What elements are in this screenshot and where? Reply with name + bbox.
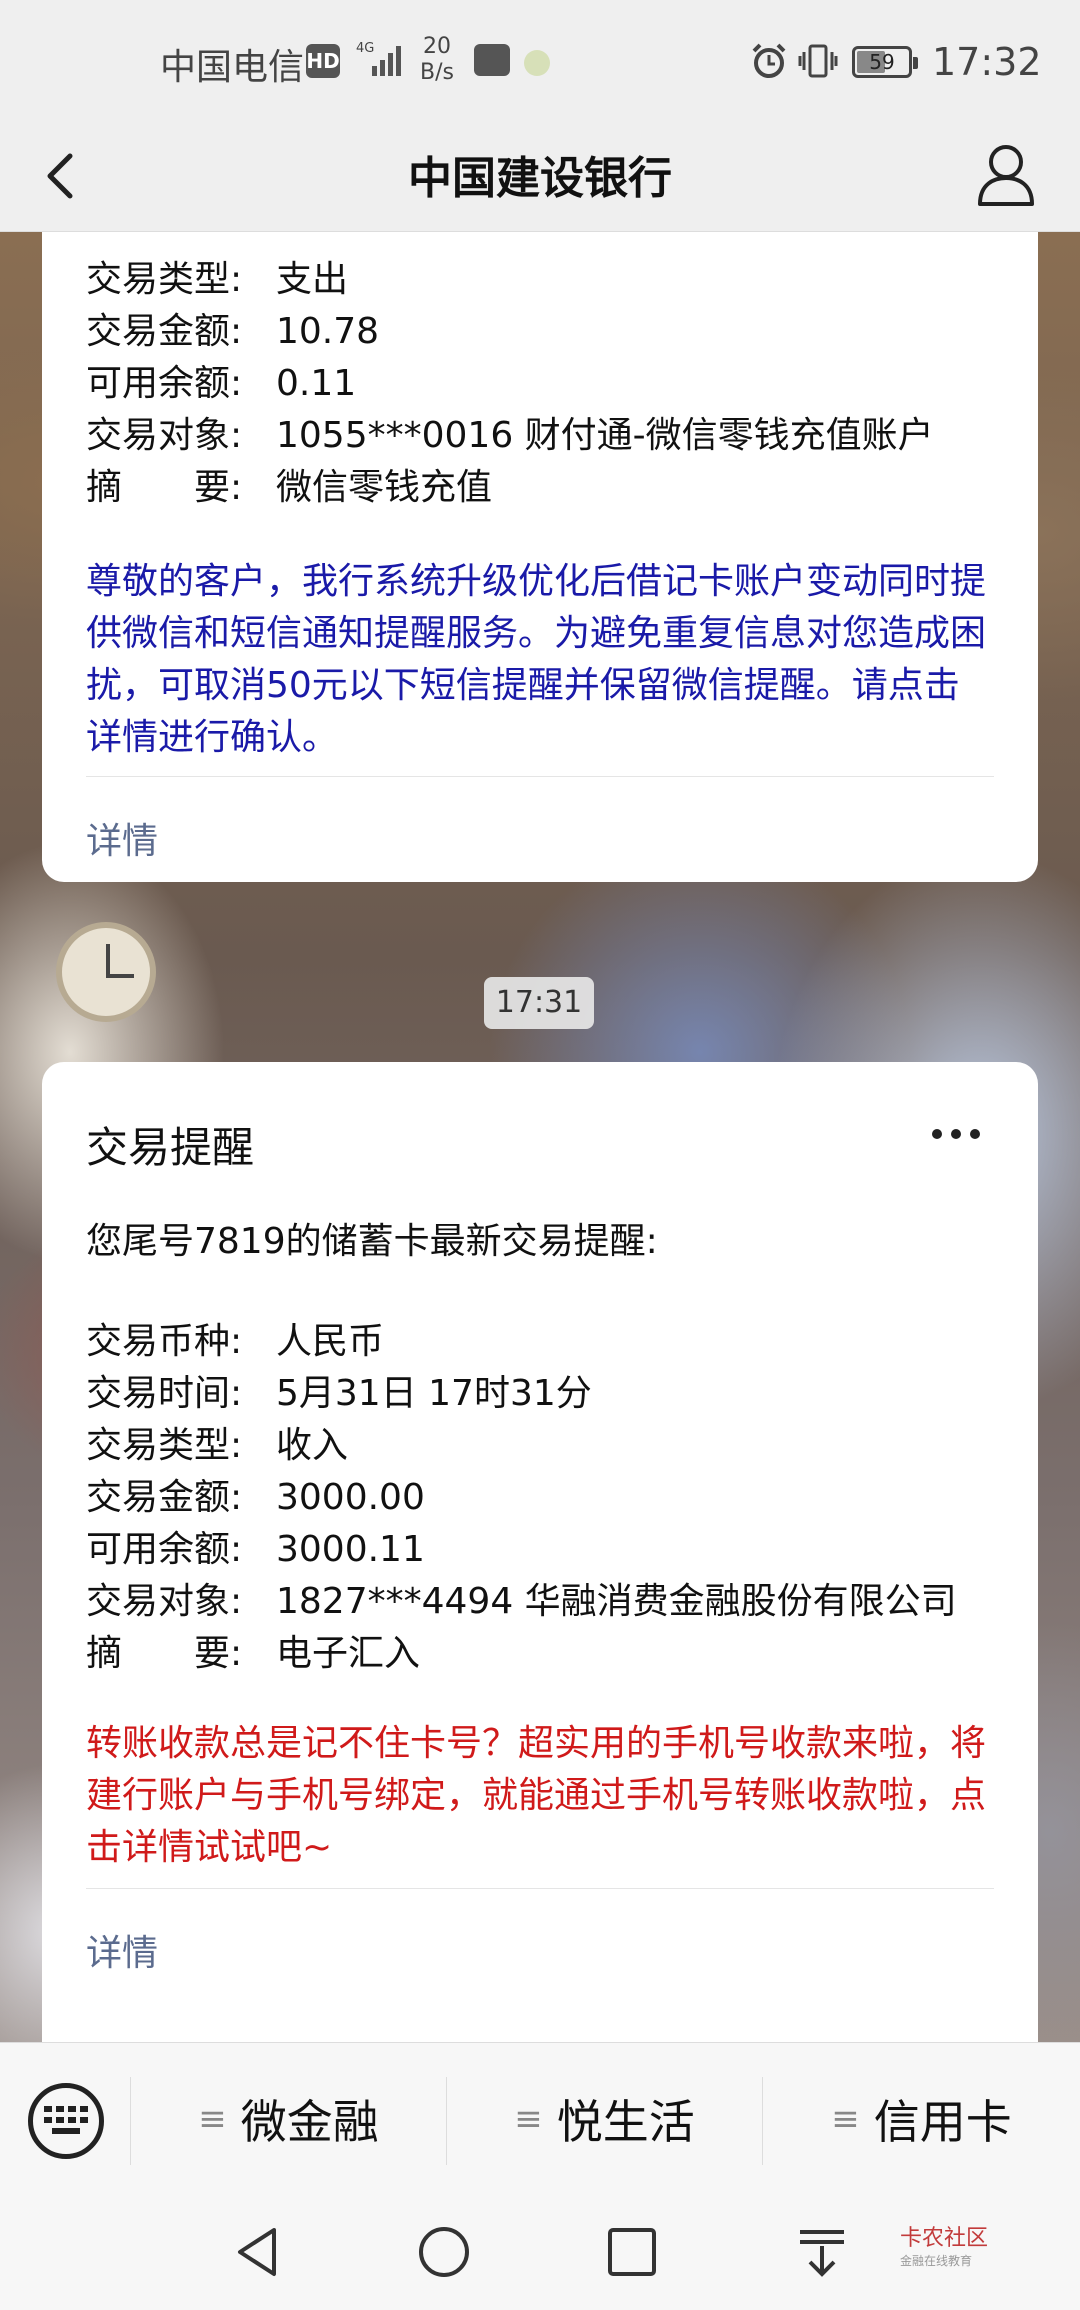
field-label: 可用余额: bbox=[86, 1529, 243, 1570]
nav-home-icon[interactable] bbox=[416, 2224, 472, 2280]
nav-recents-icon[interactable] bbox=[604, 2224, 660, 2280]
watermark-subtitle: 金融在线教育 bbox=[900, 2254, 973, 2268]
menu-item-micro-finance[interactable]: ≡ 微金融 bbox=[131, 2043, 446, 2195]
clock: 17:32 bbox=[932, 40, 1042, 84]
field-value: 电子汇入 bbox=[276, 1633, 421, 1674]
header: 中国建设银行 bbox=[0, 122, 1080, 232]
notice-text: 尊敬的客户，我行系统升级优化后借记卡账户变动同时提供微信和短信通知提醒服务。为避… bbox=[86, 561, 987, 758]
vibrate-icon bbox=[798, 44, 838, 78]
menu-item-label: 悦生活 bbox=[556, 2095, 695, 2149]
field-label: 交易类型: bbox=[86, 259, 243, 300]
field-row: 摘 要: 微信零钱充值 bbox=[86, 458, 492, 510]
card-intro: 您尾号7819的储蓄卡最新交易提醒: bbox=[86, 1221, 658, 1262]
field-row: 交易金额: 10.78 bbox=[86, 302, 379, 354]
keyboard-toggle-button[interactable] bbox=[28, 2083, 104, 2159]
menu-item-label: 信用卡 bbox=[873, 2095, 1012, 2149]
menu-item-label: 微金融 bbox=[240, 2095, 379, 2149]
field-label: 交易金额: bbox=[86, 311, 243, 352]
hd-badge: HD bbox=[306, 44, 340, 78]
menu-list-icon: ≡ bbox=[831, 2099, 860, 2139]
detail-link[interactable]: 详情 bbox=[86, 1924, 158, 1976]
field-row: 交易时间: 5月31日 17时31分 bbox=[86, 1364, 592, 1416]
battery-level: 59 bbox=[869, 50, 895, 74]
field-value: 1827***4494 华融消费金融股份有限公司 bbox=[276, 1581, 957, 1622]
field-value: 3000.00 bbox=[276, 1477, 425, 1518]
field-label: 可用余额: bbox=[86, 363, 243, 404]
field-value: 10.78 bbox=[276, 311, 380, 352]
menu-item-life[interactable]: ≡ 悦生活 bbox=[447, 2043, 762, 2195]
watermark-brand: 卡农社区 bbox=[900, 2226, 989, 2251]
message-list[interactable]: 交易类型: 支出 交易金额: 10.78 可用余额: 0.11 交易对象: 1055**… bbox=[0, 232, 1080, 2042]
notification-icon bbox=[524, 50, 550, 76]
field-label: 交易对象: bbox=[86, 415, 243, 456]
user-profile-icon[interactable] bbox=[974, 140, 1038, 210]
menu-item-credit-card[interactable]: ≡ 信用卡 bbox=[763, 2043, 1080, 2195]
status-bar: 中国电信 HD 4G 20 B/s 59 17:32 bbox=[0, 0, 1080, 122]
page-title: 中国建设银行 bbox=[408, 153, 672, 204]
huawei-app-icon bbox=[474, 44, 510, 76]
field-label: 交易币种: bbox=[86, 1321, 243, 1362]
card-title: 交易提醒 bbox=[86, 1123, 255, 1172]
promo-notice-text: 转账收款总是记不住卡号？超实用的手机号收款来啦，将建行账户与手机号绑定，就能通过… bbox=[86, 1723, 987, 1868]
field-row: 交易币种: 人民币 bbox=[86, 1312, 384, 1364]
field-value: 5月31日 17时31分 bbox=[276, 1373, 592, 1414]
more-options-icon[interactable] bbox=[932, 1124, 992, 1144]
field-row: 交易对象: 1827***4494 华融消费金融股份有限公司 bbox=[86, 1572, 957, 1624]
field-value: 微信零钱充值 bbox=[276, 467, 493, 508]
field-label: 交易对象: bbox=[86, 1581, 243, 1622]
field-row: 交易对象: 1055***0016 财付通-微信零钱充值账户 bbox=[86, 406, 934, 458]
field-value: 支出 bbox=[276, 259, 349, 300]
network-speed: 20 B/s bbox=[420, 34, 454, 86]
signal-icon: 4G bbox=[356, 41, 401, 76]
bottom-menu-bar: ≡ 微金融 ≡ 悦生活 ≡ 信用卡 bbox=[0, 2042, 1080, 2194]
nav-notification-pulldown-icon[interactable] bbox=[794, 2224, 850, 2280]
field-label: 交易类型: bbox=[86, 1425, 243, 1466]
battery-icon: 59 bbox=[852, 46, 918, 78]
field-row: 摘 要: 电子汇入 bbox=[86, 1624, 420, 1676]
detail-link[interactable]: 详情 bbox=[86, 812, 158, 864]
field-row: 可用余额: 0.11 bbox=[86, 354, 356, 406]
field-row: 交易金额: 3000.00 bbox=[86, 1468, 425, 1520]
carrier-name: 中国电信 bbox=[160, 47, 305, 88]
network-type: 4G bbox=[356, 41, 374, 56]
field-value: 人民币 bbox=[276, 1321, 385, 1362]
speed-value: 20 bbox=[422, 34, 451, 59]
message-timestamp: 17:31 bbox=[484, 977, 594, 1029]
field-value: 1055***0016 财付通-微信零钱充值账户 bbox=[276, 415, 934, 456]
watermark-logo: 卡农社区 金融在线教育 bbox=[900, 2220, 988, 2269]
menu-list-icon: ≡ bbox=[514, 2099, 543, 2139]
menu-list-icon: ≡ bbox=[198, 2099, 227, 2139]
wallpaper-clock-decoration bbox=[56, 922, 156, 1022]
field-row: 交易类型: 支出 bbox=[86, 250, 348, 302]
field-value: 3000.11 bbox=[276, 1529, 425, 1570]
transaction-message-card: 交易类型: 支出 交易金额: 10.78 可用余额: 0.11 交易对象: 1055**… bbox=[42, 232, 1038, 882]
divider bbox=[86, 1888, 994, 1889]
speed-unit: B/s bbox=[420, 60, 454, 85]
field-value: 0.11 bbox=[276, 363, 357, 404]
divider bbox=[86, 776, 994, 777]
field-value: 收入 bbox=[276, 1425, 349, 1466]
field-label: 交易金额: bbox=[86, 1477, 243, 1518]
keyboard-icon bbox=[44, 2106, 88, 2134]
field-row: 交易类型: 收入 bbox=[86, 1416, 348, 1468]
alarm-icon bbox=[752, 43, 786, 78]
nav-back-icon[interactable] bbox=[230, 2224, 286, 2280]
field-label: 摘 要: bbox=[86, 467, 243, 508]
field-row: 可用余额: 3000.11 bbox=[86, 1520, 425, 1572]
field-label: 交易时间: bbox=[86, 1373, 243, 1414]
field-label: 摘 要: bbox=[86, 1633, 243, 1674]
transaction-message-card: 交易提醒 您尾号7819的储蓄卡最新交易提醒: 交易币种: 人民币 交易时间: 5月… bbox=[42, 1062, 1038, 2042]
